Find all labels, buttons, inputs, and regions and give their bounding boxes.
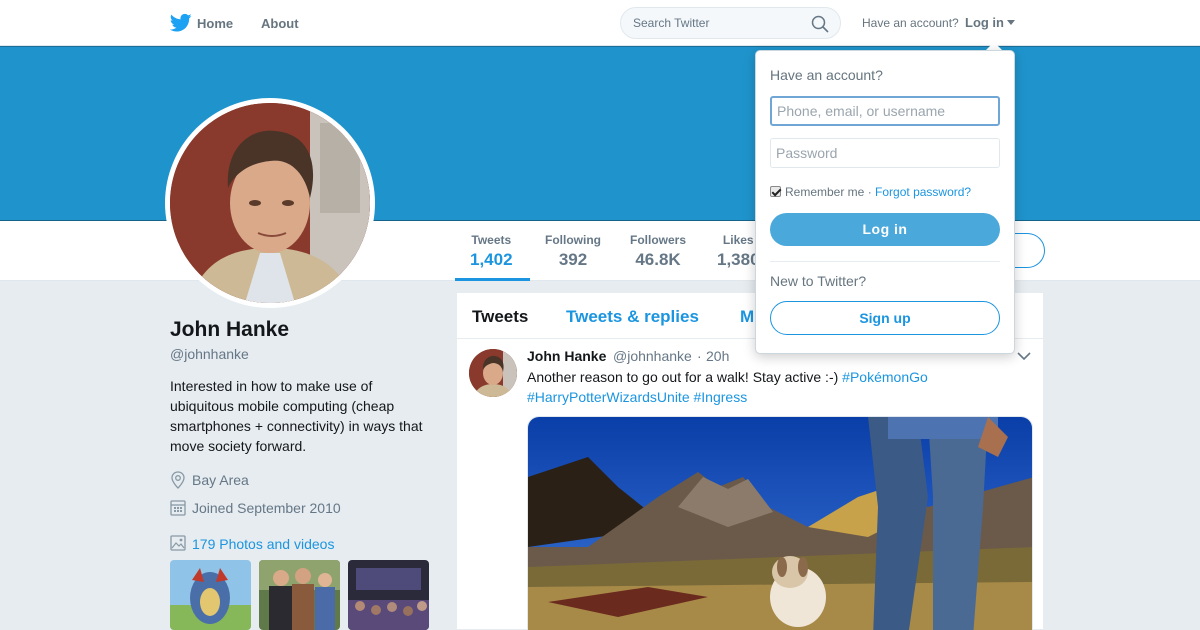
login-button[interactable]: Log in bbox=[770, 213, 1000, 246]
tweet-author-avatar[interactable] bbox=[469, 349, 517, 397]
twitter-bird-icon[interactable] bbox=[170, 13, 192, 33]
tweet-separator: · bbox=[697, 348, 702, 364]
stat-label: Likes bbox=[722, 233, 754, 247]
stat-value: 392 bbox=[558, 250, 588, 269]
search-placeholder: Search Twitter bbox=[633, 16, 710, 30]
top-nav-bar: Home About Search Twitter Have an accoun… bbox=[0, 0, 1200, 46]
tweet-media-photo[interactable] bbox=[527, 416, 1033, 630]
login-dropdown-toggle[interactable]: Log in bbox=[965, 15, 1015, 30]
dropdown-divider bbox=[770, 261, 1000, 262]
avatar-photo bbox=[170, 103, 370, 303]
forgot-password-link[interactable]: Forgot password? bbox=[875, 185, 971, 199]
have-account-text: Have an account? bbox=[862, 16, 959, 30]
stat-followers[interactable]: Followers 46.8K bbox=[630, 233, 686, 270]
media-thumbnail[interactable] bbox=[259, 560, 340, 630]
caret-down-icon bbox=[1007, 20, 1015, 25]
search-input[interactable]: Search Twitter bbox=[620, 7, 841, 39]
dropdown-title: Have an account? bbox=[770, 67, 883, 83]
signup-button[interactable]: Sign up bbox=[770, 301, 1000, 335]
stat-likes[interactable]: Likes 1,380 bbox=[717, 233, 760, 270]
remember-me-checkbox[interactable] bbox=[770, 186, 781, 197]
stat-value: 1,380 bbox=[717, 250, 760, 269]
tab-tweets-and-replies[interactable]: Tweets & replies bbox=[566, 307, 699, 327]
stat-label: Tweets bbox=[471, 233, 512, 247]
new-to-twitter-text: New to Twitter? bbox=[770, 273, 867, 289]
calendar-icon bbox=[170, 500, 186, 516]
photos-link-text: 179 Photos and videos bbox=[192, 536, 335, 552]
hashtag-link[interactable]: #PokémonGo bbox=[842, 369, 928, 385]
stat-following[interactable]: Following 392 bbox=[545, 233, 601, 270]
remember-me-label[interactable]: Remember me bbox=[785, 185, 864, 199]
stat-value: 1,402 bbox=[470, 250, 513, 269]
profile-bio: Interested in how to make use of ubiquit… bbox=[170, 378, 423, 454]
tab-tweets[interactable]: Tweets bbox=[472, 307, 528, 327]
stat-label: Followers bbox=[630, 233, 687, 247]
tab-media[interactable]: M bbox=[740, 307, 754, 327]
nav-home-link[interactable]: Home bbox=[197, 16, 233, 31]
stat-tweets[interactable]: Tweets 1,402 bbox=[470, 233, 513, 270]
active-stat-underline bbox=[455, 278, 530, 281]
chevron-down-icon[interactable] bbox=[1017, 351, 1031, 361]
tweet-timestamp[interactable]: 20h bbox=[706, 348, 729, 364]
password-field[interactable] bbox=[770, 138, 1000, 168]
tweet-author-name[interactable]: John Hanke bbox=[527, 348, 606, 364]
profile-handle[interactable]: @johnhanke bbox=[170, 346, 249, 362]
tweet-author-handle[interactable]: @johnhanke bbox=[613, 348, 692, 364]
hashtag-link[interactable]: #Ingress bbox=[694, 389, 748, 405]
separator-dot: · bbox=[867, 185, 872, 199]
search-icon[interactable] bbox=[811, 15, 829, 33]
profile-name[interactable]: John Hanke bbox=[170, 318, 289, 342]
login-dropdown: Have an account? Remember me · Forgot pa… bbox=[755, 50, 1015, 354]
media-thumbnail[interactable] bbox=[170, 560, 251, 630]
tweet-body: Another reason to go out for a walk! Sta… bbox=[527, 369, 839, 385]
nav-about-link[interactable]: About bbox=[261, 16, 299, 31]
stat-value: 46.8K bbox=[635, 250, 681, 269]
joined-text: Joined September 2010 bbox=[192, 500, 341, 516]
image-icon bbox=[170, 535, 186, 551]
hashtag-link[interactable]: #HarryPotterWizardsUnite bbox=[527, 389, 690, 405]
tweet-text: Another reason to go out for a walk! Sta… bbox=[527, 367, 1027, 407]
location-text: Bay Area bbox=[192, 472, 249, 488]
media-thumbnail[interactable] bbox=[348, 560, 429, 630]
login-nav-label: Log in bbox=[965, 15, 1004, 30]
remember-me-row: Remember me · Forgot password? bbox=[770, 185, 971, 199]
stat-label: Following bbox=[545, 233, 601, 247]
location-pin-icon bbox=[171, 471, 185, 489]
username-field[interactable] bbox=[770, 96, 1000, 126]
profile-avatar[interactable] bbox=[165, 98, 375, 308]
